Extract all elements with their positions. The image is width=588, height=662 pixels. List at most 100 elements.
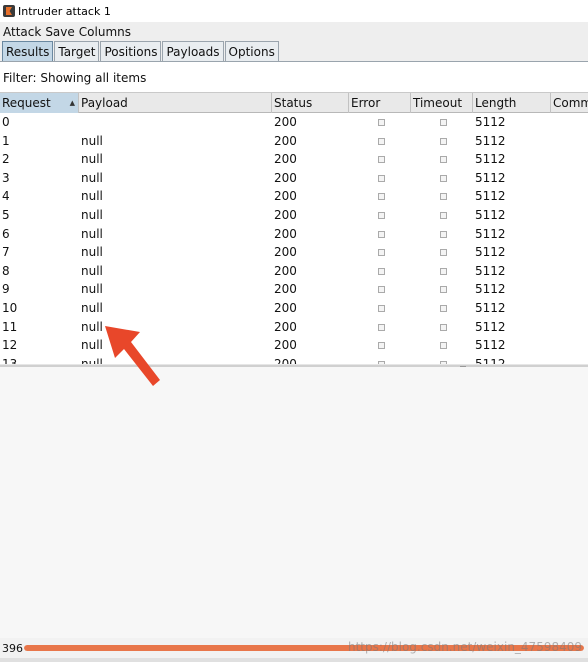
request-count: 396	[2, 641, 23, 655]
error-checkbox	[378, 119, 385, 126]
table-row[interactable]: 3 null 200 5112	[0, 169, 588, 188]
table-header: Request ▲ Payload Status Error Timeout L…	[0, 93, 588, 113]
cell-status: 200	[274, 282, 297, 297]
cell-length: 5112	[475, 152, 506, 167]
cell-length: 5112	[475, 245, 506, 260]
timeout-checkbox	[440, 305, 447, 312]
filter-text[interactable]: Filter: Showing all items	[3, 71, 146, 85]
cell-status: 200	[274, 356, 297, 364]
cell-request: 1	[2, 133, 10, 148]
cell-status: 200	[274, 338, 297, 353]
table-row[interactable]: 12 null 200 5112	[0, 336, 588, 355]
cell-request: 2	[2, 152, 10, 167]
column-header-payload[interactable]: Payload	[79, 93, 272, 113]
table-row[interactable]: 10 null 200 5112	[0, 299, 588, 318]
cell-payload: null	[81, 338, 103, 353]
cell-status: 200	[274, 226, 297, 241]
table-row[interactable]: 5 null 200 5112	[0, 206, 588, 225]
cell-request: 5	[2, 208, 10, 222]
error-checkbox	[378, 230, 385, 238]
table-row[interactable]: 11 null 200 5112	[0, 318, 588, 337]
timeout-checkbox	[440, 323, 447, 331]
cell-request: 10	[2, 301, 18, 315]
window-title: Intruder attack 1	[18, 4, 111, 18]
cell-payload: null	[81, 245, 103, 260]
title-bar: Intruder attack 1	[0, 0, 588, 22]
cell-request: 13	[2, 356, 18, 364]
cell-payload: null	[81, 301, 103, 315]
timeout-checkbox	[440, 249, 447, 257]
tab-bar: Results Target Positions Payloads Option…	[0, 41, 588, 62]
menu-columns[interactable]: Columns	[79, 25, 131, 39]
column-header-status[interactable]: Status	[272, 93, 349, 113]
table-row[interactable]: 8 null 200 5112	[0, 262, 588, 281]
cell-length: 5112	[475, 115, 506, 129]
cell-status: 200	[274, 319, 297, 334]
cell-status: 200	[274, 189, 297, 204]
table-row[interactable]: 13 null 200 5112	[0, 355, 588, 364]
column-header-timeout[interactable]: Timeout	[411, 93, 473, 113]
cell-length: 5112	[475, 170, 506, 185]
error-checkbox	[378, 174, 385, 182]
table-row[interactable]: 9 null 200 5112	[0, 280, 588, 299]
watermark: https://blog.csdn.net/weixin_47598409	[347, 640, 582, 654]
bottom-strip	[0, 658, 588, 662]
error-checkbox	[378, 323, 385, 331]
filter-bar[interactable]: Filter: Showing all items	[0, 63, 588, 93]
cell-payload: null	[81, 319, 103, 334]
cell-request: 4	[2, 189, 10, 204]
tab-positions[interactable]: Positions	[100, 41, 162, 61]
table-row[interactable]: 2 null 200 5112	[0, 150, 588, 169]
cell-length: 5112	[475, 319, 506, 334]
menu-attack[interactable]: Attack	[3, 25, 41, 39]
menu-bar: Attack Save Columns	[0, 22, 588, 41]
cell-status: 200	[274, 170, 297, 185]
cell-payload	[79, 113, 81, 132]
cell-status: 200	[274, 245, 297, 260]
error-checkbox	[378, 137, 385, 145]
table-row[interactable]: 1 null 200 5112	[0, 132, 588, 151]
tab-target[interactable]: Target	[54, 41, 100, 61]
error-checkbox	[378, 156, 385, 164]
status-bar: 396 https://blog.csdn.net/weixin_4759840…	[0, 638, 588, 658]
error-checkbox	[378, 212, 385, 219]
cell-length: 5112	[475, 189, 506, 204]
table-row[interactable]: 7 null 200 5112	[0, 243, 588, 262]
cell-length: 5112	[475, 263, 506, 278]
column-header-comment[interactable]: Comm	[551, 93, 588, 113]
timeout-checkbox	[440, 286, 447, 294]
cell-request: 7	[2, 245, 10, 260]
results-table: Request ▲ Payload Status Error Timeout L…	[0, 93, 588, 364]
error-checkbox	[378, 305, 385, 312]
cell-payload: null	[81, 152, 103, 167]
tab-options[interactable]: Options	[224, 41, 279, 61]
cell-length: 5112	[475, 338, 506, 353]
error-checkbox	[378, 193, 385, 201]
timeout-checkbox	[440, 267, 447, 275]
error-checkbox	[378, 249, 385, 257]
timeout-checkbox	[440, 174, 447, 182]
cell-status: 200	[274, 115, 297, 129]
cell-status: 200	[274, 208, 297, 222]
column-header-length[interactable]: Length	[473, 93, 551, 113]
cell-payload: null	[81, 356, 103, 364]
cell-length: 5112	[475, 301, 506, 315]
error-checkbox	[378, 342, 385, 350]
timeout-checkbox	[440, 342, 447, 350]
menu-save[interactable]: Save	[45, 25, 74, 39]
cell-request: 11	[2, 319, 18, 334]
cell-length: 5112	[475, 356, 506, 364]
timeout-checkbox	[440, 137, 447, 145]
table-row[interactable]: 0 200 5112	[0, 113, 588, 132]
error-checkbox	[378, 267, 385, 275]
timeout-checkbox	[440, 193, 447, 201]
timeout-checkbox	[440, 119, 447, 126]
table-row[interactable]: 6 null 200 5112	[0, 225, 588, 244]
column-header-error[interactable]: Error	[349, 93, 411, 113]
tab-payloads[interactable]: Payloads	[162, 41, 224, 61]
column-header-request[interactable]: Request ▲	[0, 93, 79, 113]
cell-length: 5112	[475, 282, 506, 297]
tab-results[interactable]: Results	[2, 41, 54, 61]
table-row[interactable]: 4 null 200 5112	[0, 187, 588, 206]
cell-status: 200	[274, 133, 297, 148]
